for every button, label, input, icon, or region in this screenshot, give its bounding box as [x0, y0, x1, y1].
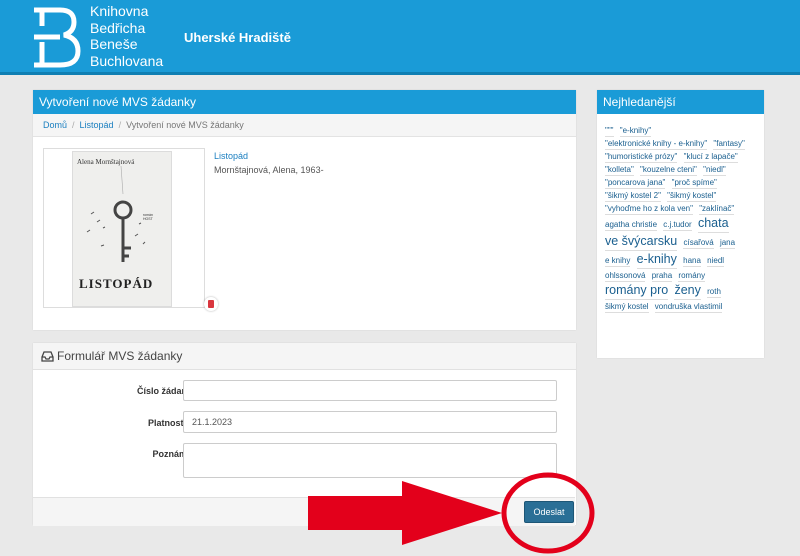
red-arrow-icon: [308, 481, 502, 545]
red-circle-icon: [501, 472, 595, 554]
annotation-overlay: [308, 472, 595, 554]
